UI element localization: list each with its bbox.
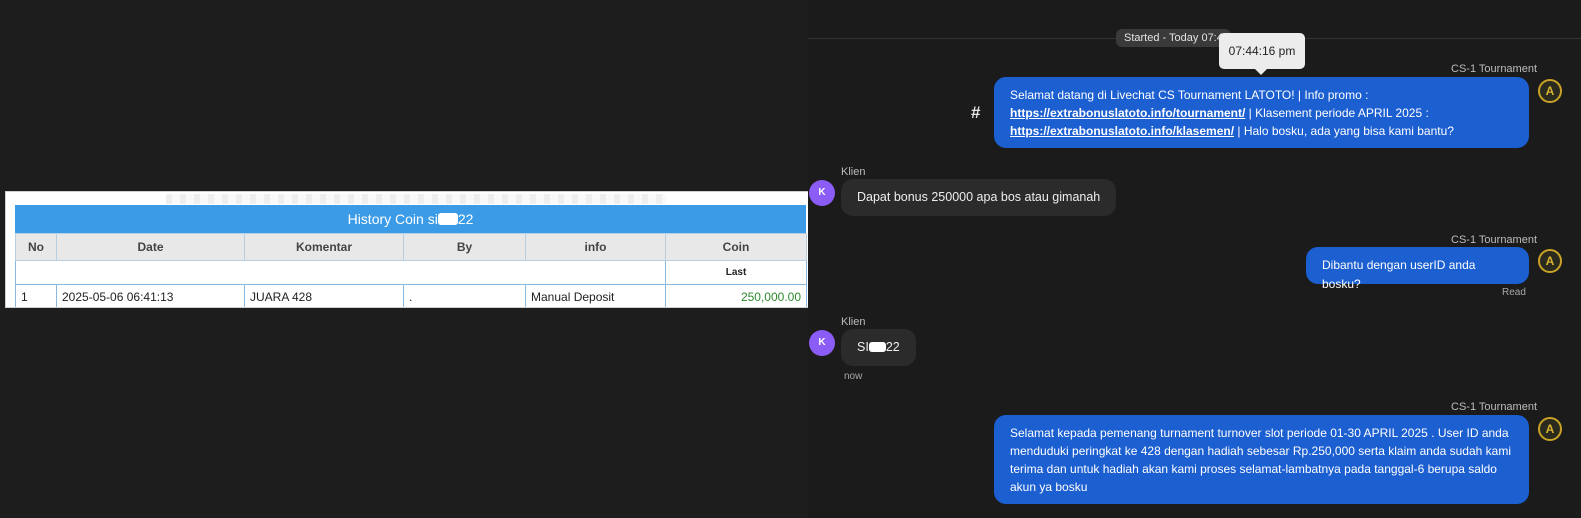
tournament-link[interactable]: https://extrabonuslatoto.info/tournament… <box>1010 106 1245 120</box>
col-coin: Coin <box>665 233 807 261</box>
agent-message-userid[interactable]: Dibantu dengan userID anda bosku? <box>1306 247 1529 291</box>
agent-name: CS-1 Tournament <box>1451 401 1538 413</box>
redaction-mask <box>868 342 886 352</box>
cell-coin: 250,000.00 <box>665 284 807 307</box>
col-by: By <box>403 233 526 261</box>
client-message-userid[interactable]: SI 22 <box>841 329 916 366</box>
cell-info: Manual Deposit <box>525 284 666 307</box>
decorative-map-strip <box>166 194 666 204</box>
agent-message-welcome[interactable]: Selamat datang di Livechat CS Tournament… <box>994 77 1529 148</box>
cell-by: . <box>403 284 526 307</box>
timestamp-tooltip: 07:44:16 pm <box>1219 33 1305 69</box>
col-komentar: Komentar <box>244 233 404 261</box>
livechat-panel: Started - Today 07:4 07:44:16 pm CS-1 To… <box>808 0 1581 518</box>
message-time: now <box>844 371 863 382</box>
hash-icon[interactable]: # <box>971 103 980 123</box>
history-coin-panel: History Coin si 22 No Date Komentar By in… <box>5 191 813 308</box>
cell-no: 1 <box>15 284 57 307</box>
agent-message-winner[interactable]: Selamat kepada pemenang turnament turnov… <box>994 415 1529 504</box>
client-message-bonus[interactable]: Dapat bonus 250000 apa bos atau gimanah <box>841 179 1117 216</box>
client-avatar: K <box>809 180 835 206</box>
klasemen-link[interactable]: https://extrabonuslatoto.info/klasemen/ <box>1010 124 1234 138</box>
table-header-row: No Date Komentar By info Coin <box>15 233 807 261</box>
coin-last-label: Last <box>665 260 807 285</box>
cell-date: 2025-05-06 06:41:13 <box>56 284 245 307</box>
client-name: Klien <box>841 166 866 178</box>
col-info: info <box>525 233 666 261</box>
redaction-mask <box>437 213 458 225</box>
history-coin-table: No Date Komentar By info Coin Last 1 202… <box>15 233 807 307</box>
history-coin-title: History Coin si 22 <box>15 205 806 233</box>
tooltip-arrow <box>1255 69 1267 75</box>
col-no: No <box>15 233 57 261</box>
table-row: 1 2025-05-06 06:41:13 JUARA 428 . Manual… <box>15 284 807 307</box>
cell-komentar: JUARA 428 <box>244 284 404 307</box>
read-status: Read <box>1502 287 1526 298</box>
table-subheader-row: Last <box>15 260 807 285</box>
agent-avatar: A <box>1538 79 1562 103</box>
client-avatar: K <box>809 330 835 356</box>
col-date: Date <box>56 233 245 261</box>
agent-avatar: A <box>1538 249 1562 273</box>
chat-started-pill: Started - Today 07:4 <box>1116 29 1231 47</box>
agent-name: CS-1 Tournament <box>1451 234 1538 246</box>
subheader-spacer <box>15 260 666 285</box>
agent-name: CS-1 Tournament <box>1451 63 1538 75</box>
agent-avatar: A <box>1538 417 1562 441</box>
client-name: Klien <box>841 316 866 328</box>
